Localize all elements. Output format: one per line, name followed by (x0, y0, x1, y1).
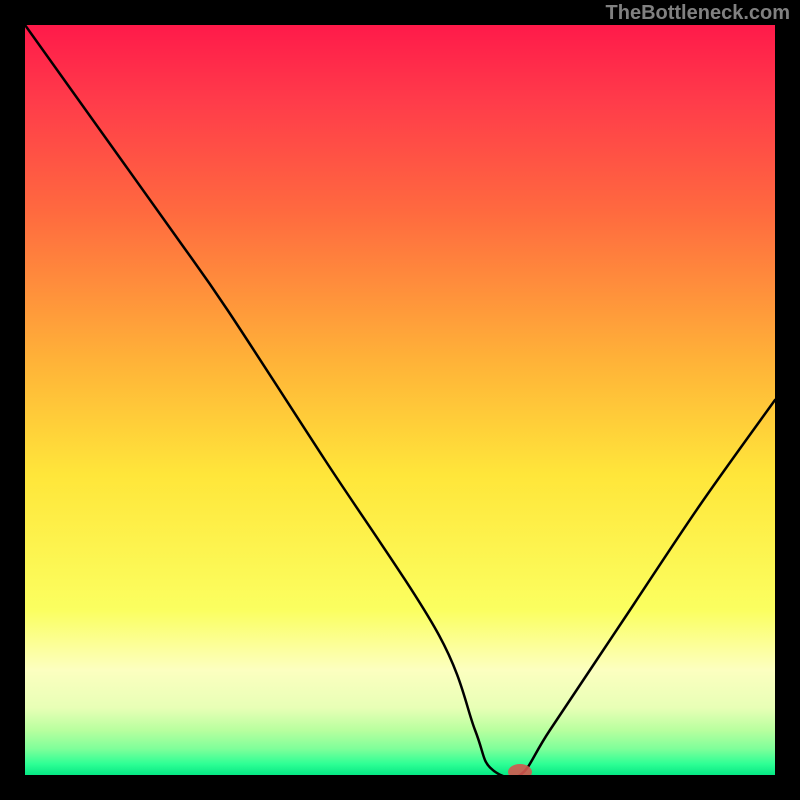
watermark-text: TheBottleneck.com (606, 2, 790, 25)
plot-area (25, 25, 775, 775)
chart-svg (25, 25, 775, 775)
gradient-background (25, 25, 775, 775)
chart-container: TheBottleneck.com (0, 0, 800, 800)
